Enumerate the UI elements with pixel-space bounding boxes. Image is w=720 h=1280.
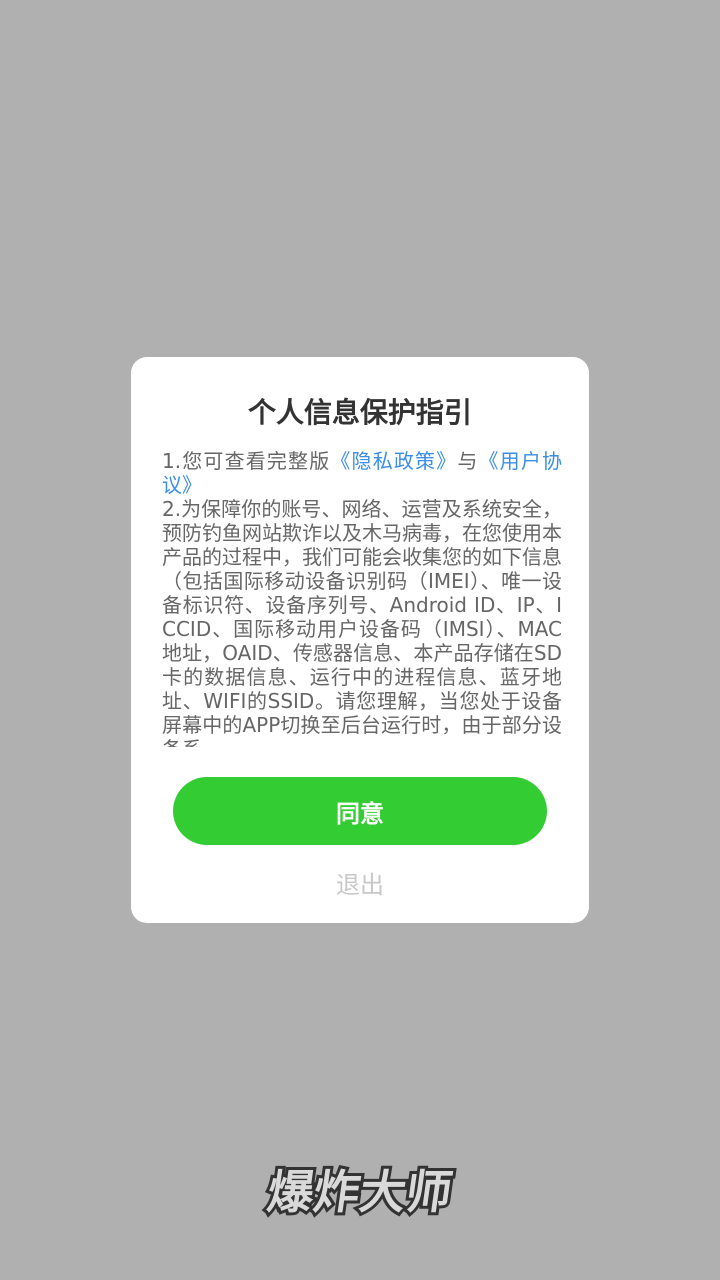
paragraph-2: 2.为保障你的账号、网络、运营及系统安全，预防钓鱼网站欺诈以及木马病毒，在您使用…: [162, 497, 562, 747]
privacy-dialog: 个人信息保护指引 1.您可查看完整版《隐私政策》与《用户协议》 2.为保障你的账…: [131, 357, 589, 923]
paragraph-1: 1.您可查看完整版《隐私政策》与《用户协议》: [162, 449, 562, 497]
dialog-title: 个人信息保护指引: [247, 396, 472, 429]
game-logo: 爆炸大师: [0, 1160, 720, 1224]
line1-prefix: 1.您可查看完整版: [162, 449, 331, 473]
privacy-policy-link[interactable]: 《隐私政策》: [330, 449, 457, 473]
agree-button[interactable]: 同意: [173, 777, 547, 845]
game-logo-text: 爆炸大师: [264, 1165, 456, 1219]
screen: 个人信息保护指引 1.您可查看完整版《隐私政策》与《用户协议》 2.为保障你的账…: [0, 0, 720, 1280]
exit-button[interactable]: 退出: [131, 867, 589, 903]
dialog-body[interactable]: 1.您可查看完整版《隐私政策》与《用户协议》 2.为保障你的账号、网络、运营及系…: [162, 449, 562, 747]
line1-and: 与: [457, 449, 479, 473]
game-logo-art: 爆炸大师: [261, 1162, 459, 1222]
